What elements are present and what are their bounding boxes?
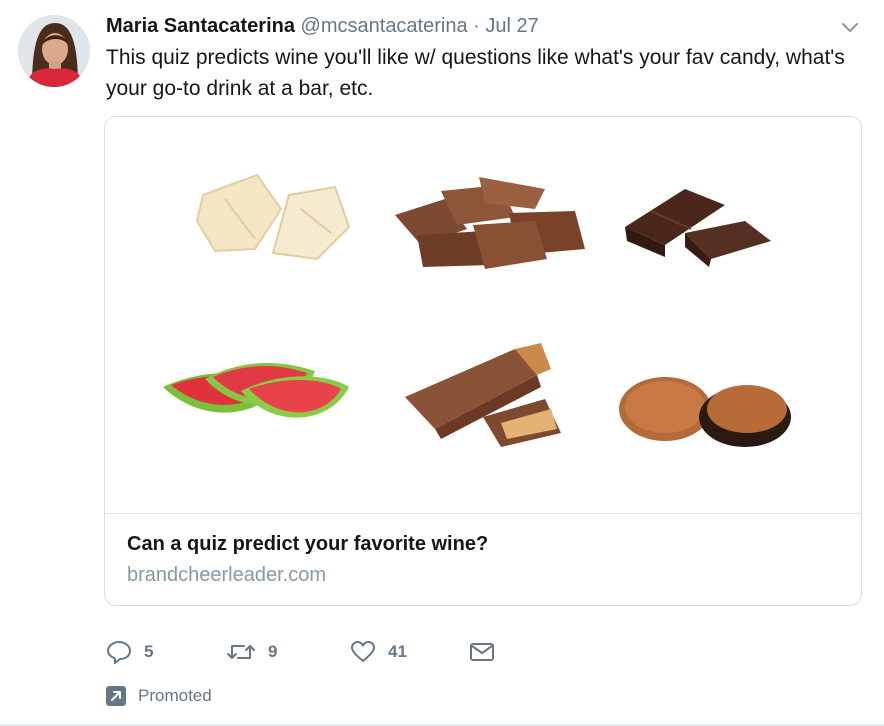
promoted-text: Promoted (138, 686, 212, 705)
card-domain[interactable]: brandcheerleader.com (127, 561, 326, 589)
peanut-butter-cups-image (619, 377, 791, 447)
retweet-count: 9 (268, 642, 278, 661)
author-name[interactable]: Maria Santacaterina (106, 15, 295, 37)
reply-count: 5 (144, 642, 154, 661)
watermelon-candy-image (163, 362, 349, 418)
reply-button[interactable]: 5 (106, 634, 153, 670)
card-divider (105, 513, 861, 514)
tweet-date[interactable]: Jul 27 (485, 15, 538, 37)
card-title[interactable]: Can a quiz predict your favorite wine? (127, 531, 488, 557)
card-image[interactable] (105, 117, 861, 513)
avatar[interactable] (18, 15, 90, 87)
tweet[interactable]: Maria Santacaterina @mcsantacaterina · J… (0, 0, 884, 726)
like-count: 41 (388, 642, 407, 661)
envelope-icon (468, 639, 496, 665)
candy-bar-image (405, 343, 561, 447)
white-chocolate-image (195, 173, 351, 261)
retweet-icon (226, 639, 256, 665)
retweet-button[interactable]: 9 (226, 634, 277, 670)
chevron-down-icon[interactable] (836, 14, 864, 42)
separator-dot: · (473, 15, 480, 37)
direct-message-button[interactable] (468, 634, 496, 670)
avatar-photo (18, 15, 90, 87)
author-handle[interactable]: @mcsantacaterina (301, 15, 468, 37)
like-button[interactable]: 41 (350, 634, 407, 670)
reply-icon (106, 639, 132, 665)
milk-chocolate-image (395, 177, 585, 269)
heart-icon (350, 639, 376, 665)
tweet-actions: 5 9 41 (106, 634, 526, 670)
dark-chocolate-image (625, 189, 771, 267)
tweet-text: This quiz predicts wine you'll like w/ q… (106, 46, 845, 100)
tweet-header: Maria Santacaterina @mcsantacaterina · J… (106, 12, 539, 40)
link-card[interactable]: Can a quiz predict your favorite wine? b… (104, 116, 862, 606)
promoted-label[interactable]: Promoted (106, 684, 212, 708)
promoted-arrow-icon (106, 686, 126, 706)
